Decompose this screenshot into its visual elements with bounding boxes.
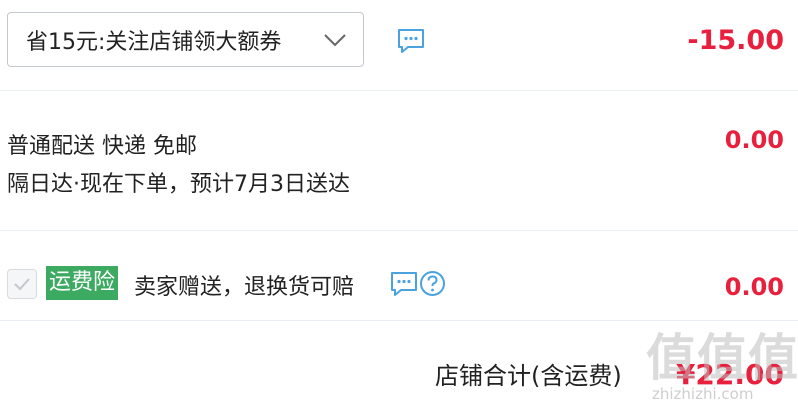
store-total-label: 店铺合计(含运费) [435, 362, 622, 390]
insurance-description: 卖家赠送，退换货可赔 [134, 275, 355, 300]
shipping-amount: 0.00 [724, 126, 784, 154]
watermark-logo: 值值值 [646, 329, 798, 387]
coupon-select[interactable]: 省15元:关注店铺领大额券 [7, 12, 364, 67]
delivery-estimate: 隔日达·现在下单，预计7月3日送达 [7, 172, 350, 197]
divider [0, 90, 798, 91]
chevron-down-icon [324, 34, 346, 47]
coupon-selected-value: 省15元:关注店铺领大额券 [26, 29, 282, 55]
insurance-checkbox[interactable] [7, 269, 37, 299]
question-icon[interactable] [419, 270, 446, 297]
check-icon [14, 278, 30, 291]
divider [0, 230, 798, 231]
insurance-amount: 0.00 [724, 273, 784, 301]
insurance-badge: 运费险 [46, 266, 119, 300]
shipping-method: 普通配送 快递 免邮 [7, 134, 197, 159]
message-icon[interactable] [389, 269, 419, 299]
coupon-amount: -15.00 [687, 25, 784, 56]
message-icon[interactable] [396, 26, 426, 56]
watermark-site: zhizhizhi.com [652, 385, 754, 403]
